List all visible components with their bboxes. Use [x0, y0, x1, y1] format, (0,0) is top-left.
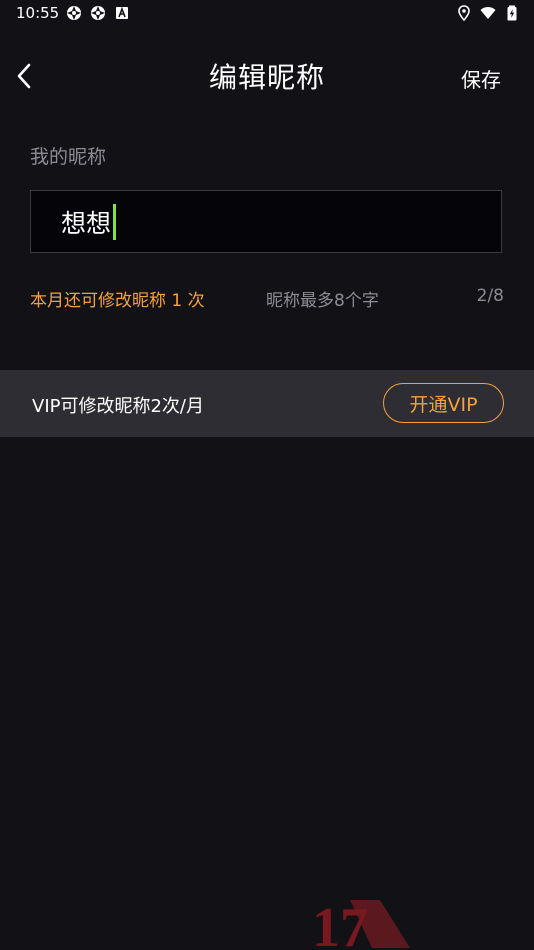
character-count: 2/8 [476, 286, 504, 306]
text-a-icon [116, 6, 128, 19]
status-bar: 10:55 [0, 0, 534, 28]
vip-benefit-text: VIP可修改昵称2次/月 [32, 396, 204, 417]
watermark-logo: 17 [312, 897, 410, 950]
battery-charging-icon [507, 5, 517, 21]
svg-text:17: 17 [312, 897, 368, 950]
status-notification-icons [66, 5, 130, 21]
status-time: 10:55 [16, 4, 60, 22]
text-cursor [113, 203, 117, 240]
app-notification-icon [67, 6, 81, 20]
nickname-input[interactable]: 想想 [30, 190, 502, 253]
nickname-section-label: 我的昵称 [30, 146, 107, 168]
vip-banner: VIP可修改昵称2次/月 开通VIP [0, 370, 534, 437]
wifi-icon [480, 7, 496, 19]
page-title: 编辑昵称 [208, 61, 325, 94]
remaining-changes-hint: 本月还可修改昵称 1 次 [30, 291, 205, 311]
app-notification-icon [91, 6, 105, 20]
max-length-hint: 昵称最多8个字 [266, 291, 379, 311]
nickname-input-value: 想想 [61, 208, 112, 238]
location-icon [458, 5, 470, 21]
edit-nickname-screen: 10:55 编辑昵称 保存 我的昵称 想想 本月还可修改昵称 1 次 昵称最多8… [0, 0, 534, 950]
status-system-icons [456, 5, 520, 21]
top-app-bar: 编辑昵称 保存 [0, 40, 534, 112]
nickname-hint-row: 本月还可修改昵称 1 次 昵称最多8个字 2/8 [30, 286, 504, 312]
save-button[interactable]: 保存 [461, 64, 501, 93]
open-vip-button[interactable]: 开通VIP [383, 383, 504, 423]
